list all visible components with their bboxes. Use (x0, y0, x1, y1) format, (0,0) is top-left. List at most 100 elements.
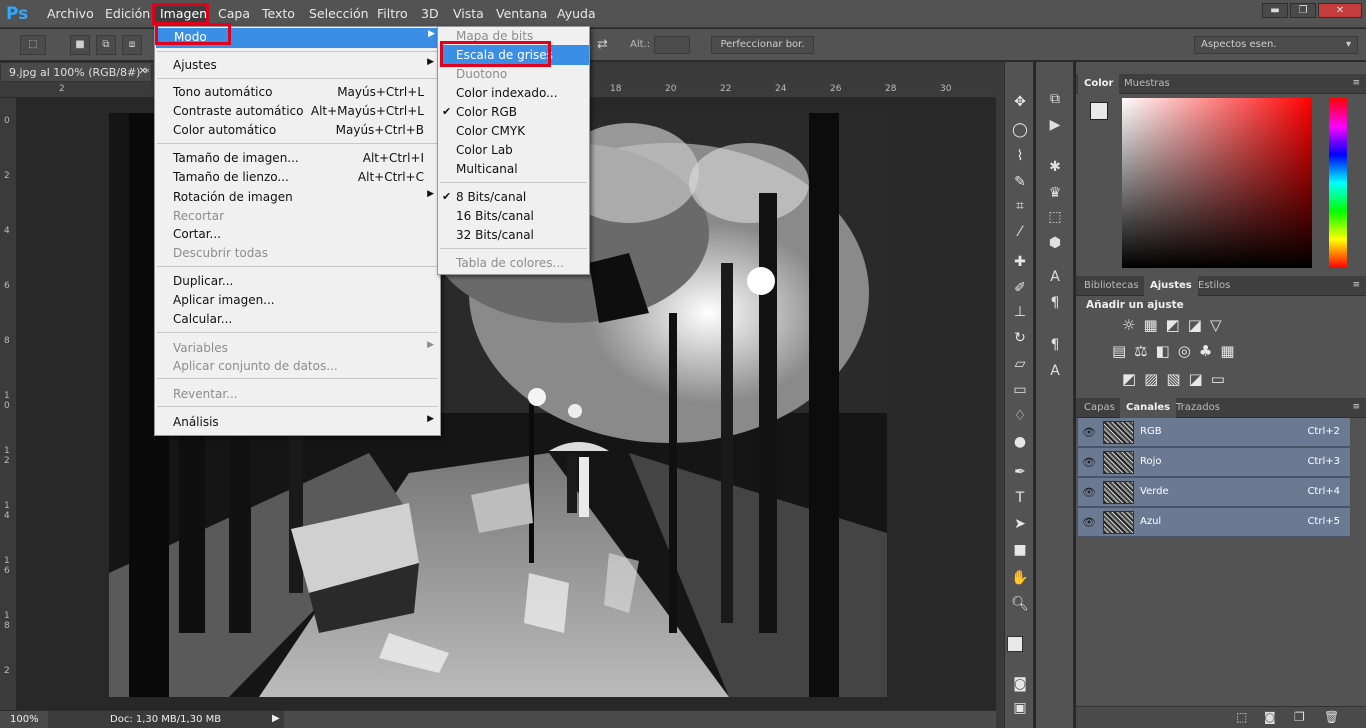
path-select-icon[interactable]: ➤ (1009, 514, 1031, 534)
save-selection-icon[interactable]: ◙ (1264, 710, 1276, 724)
menu-3d[interactable]: 3D (421, 6, 439, 21)
tab-bibliotecas[interactable]: Bibliotecas (1078, 276, 1145, 296)
tab-color[interactable]: Color (1078, 74, 1120, 94)
workspace-select[interactable]: Aspectos esen. ▾ (1194, 36, 1358, 54)
move-tool-icon[interactable]: ✥ (1009, 92, 1031, 112)
crop-icon[interactable]: ⌗ (1009, 196, 1031, 216)
history-brush-icon[interactable]: ↻ (1009, 328, 1031, 348)
add-selection-icon[interactable]: ⧉ (96, 35, 116, 55)
foreground-color-swatch[interactable] (1007, 636, 1023, 652)
menu-archivo[interactable]: Archivo (47, 6, 94, 21)
eraser-icon[interactable]: ▱ (1009, 354, 1031, 374)
zoom-tool-icon[interactable]: 🔍︎ (1009, 594, 1031, 614)
character-styles-icon[interactable]: A (1044, 360, 1066, 382)
menu-item-32-bits[interactable]: 32 Bits/canal (438, 226, 589, 245)
menu-item-color-indexado[interactable]: Color indexado... (438, 84, 589, 103)
document-tab[interactable]: 9.jpg al 100% (RGB/8#) * ✕ (0, 62, 152, 82)
menu-item-color-rgb[interactable]: ✔ Color RGB (438, 103, 589, 122)
new-selection-icon[interactable]: ■ (70, 35, 90, 55)
clone-source-icon[interactable]: ♛ (1044, 182, 1066, 204)
dodge-icon[interactable]: ● (1009, 432, 1031, 452)
menu-item-color-lab[interactable]: Color Lab (438, 141, 589, 160)
character-panel-icon[interactable]: A (1044, 266, 1066, 288)
tab-muestras[interactable]: Muestras (1118, 74, 1176, 94)
load-selection-icon[interactable]: ⬚ (1236, 710, 1247, 724)
subtract-selection-icon[interactable]: ⧈ (122, 35, 142, 55)
play-triangle-icon[interactable]: ▶ (272, 713, 280, 724)
refine-edge-button[interactable]: Perfeccionar bor. (711, 36, 814, 54)
brush-preset-icon[interactable]: ✱ (1044, 156, 1066, 178)
ellipse-marquee-icon[interactable]: ◯ (1009, 120, 1031, 140)
color-fg-swatch[interactable] (1090, 102, 1108, 120)
restore-button[interactable]: ❐ (1290, 3, 1316, 18)
channel-row[interactable]: 👁︎ Verde Ctrl+4 (1078, 478, 1350, 507)
clone-stamp-icon[interactable]: ⊥ (1009, 302, 1031, 322)
channel-row[interactable]: 👁︎ Azul Ctrl+5 (1078, 508, 1350, 537)
eye-icon[interactable]: 👁︎ (1082, 426, 1096, 439)
menu-item-tamano-imagen[interactable]: Tamaño de imagen... Alt+Ctrl+I (155, 149, 440, 168)
menu-ventana[interactable]: Ventana (496, 6, 547, 21)
eyedropper-icon[interactable]: ⁄ (1009, 222, 1031, 242)
adjustment-icons-row-3[interactable]: ◩▨▧◪▭ (1122, 370, 1262, 388)
brush-icon[interactable]: ✐ (1009, 278, 1031, 298)
menu-item-aplicar-imagen[interactable]: Aplicar imagen... (155, 291, 440, 310)
type-tool-icon[interactable]: T (1009, 488, 1031, 508)
tab-ajustes[interactable]: Ajustes (1144, 276, 1198, 296)
lasso-icon[interactable]: ⌇ (1009, 146, 1031, 166)
blur-icon[interactable]: ♢ (1009, 406, 1031, 426)
menu-item-16-bits[interactable]: 16 Bits/canal (438, 207, 589, 226)
hand-tool-icon[interactable]: ✋ (1009, 568, 1031, 588)
tab-capas[interactable]: Capas (1078, 398, 1121, 418)
alt-input[interactable] (654, 36, 690, 54)
channel-row[interactable]: 👁︎ Rojo Ctrl+3 (1078, 448, 1350, 477)
tab-trazados[interactable]: Trazados (1170, 398, 1226, 418)
screen-mode-icon[interactable]: ▣ (1009, 698, 1031, 718)
close-button[interactable]: ✕ (1318, 3, 1362, 18)
menu-imagen[interactable]: Imagen (160, 6, 207, 21)
actions-panel-icon[interactable]: ▶ (1044, 114, 1066, 136)
menu-texto[interactable]: Texto (262, 6, 295, 21)
menu-item-cortar[interactable]: Cortar... (155, 225, 440, 244)
quick-select-icon[interactable]: ✎ (1009, 172, 1031, 192)
3d-panel-icon[interactable]: ⬢ (1044, 232, 1066, 254)
menu-item-tono-automatico[interactable]: Tono automático Mayús+Ctrl+L (155, 83, 440, 102)
eye-icon[interactable]: 👁︎ (1082, 486, 1096, 499)
menu-ayuda[interactable]: Ayuda (557, 6, 596, 21)
menu-item-rotacion[interactable]: Rotación de imagen ▶ (155, 188, 440, 207)
healing-brush-icon[interactable]: ✚ (1009, 252, 1031, 272)
tool-presets-icon[interactable]: ⬚ (1044, 206, 1066, 228)
pen-icon[interactable]: ✒ (1009, 462, 1031, 482)
menu-item-color-cmyk[interactable]: Color CMYK (438, 122, 589, 141)
menu-item-color-automatico[interactable]: Color automático Mayús+Ctrl+B (155, 121, 440, 140)
menu-item-calcular[interactable]: Calcular... (155, 310, 440, 329)
adjustment-icons-row-2[interactable]: ▤⚖◧◎♣▦ (1112, 342, 1262, 360)
menu-item-tamano-lienzo[interactable]: Tamaño de lienzo... Alt+Ctrl+C (155, 168, 440, 187)
menu-capa[interactable]: Capa (218, 6, 250, 21)
menu-item-contraste-automatico[interactable]: Contraste automático Alt+Mayús+Ctrl+L (155, 102, 440, 121)
adjustment-icons-row-1[interactable]: ☼▦◩◪▽ (1122, 316, 1262, 334)
panel-menu-icon[interactable]: ≡ (1352, 402, 1360, 412)
menu-edicion[interactable]: Edición (105, 6, 150, 21)
menu-item-8-bits[interactable]: ✔ 8 Bits/canal (438, 188, 589, 207)
paragraph-styles-icon[interactable]: ¶ (1044, 334, 1066, 356)
paragraph-panel-icon[interactable]: ¶ (1044, 292, 1066, 314)
eye-icon[interactable]: 👁︎ (1082, 516, 1096, 529)
menu-item-duplicar[interactable]: Duplicar... (155, 272, 440, 291)
hue-slider[interactable] (1329, 98, 1347, 268)
swap-icon[interactable]: ⇄ (597, 37, 608, 52)
menu-item-multicanal[interactable]: Multicanal (438, 160, 589, 179)
gradient-icon[interactable]: ▭ (1009, 380, 1031, 400)
minimize-button[interactable]: ▬ (1262, 3, 1288, 18)
color-field[interactable] (1122, 98, 1312, 268)
menu-seleccion[interactable]: Selección (309, 6, 369, 21)
menu-item-analisis[interactable]: Análisis ▶ (155, 413, 440, 432)
panel-menu-icon[interactable]: ≡ (1352, 78, 1360, 88)
menu-vista[interactable]: Vista (453, 6, 484, 21)
tab-canales[interactable]: Canales (1120, 398, 1177, 418)
quick-mask-icon[interactable]: ◙ (1009, 674, 1031, 694)
menu-item-ajustes[interactable]: Ajustes ▶ (155, 56, 440, 75)
history-panel-icon[interactable]: ⧉ (1044, 88, 1066, 110)
new-channel-icon[interactable]: ❐ (1294, 710, 1305, 724)
eye-icon[interactable]: 👁︎ (1082, 456, 1096, 469)
tab-estilos[interactable]: Estilos (1192, 276, 1236, 296)
